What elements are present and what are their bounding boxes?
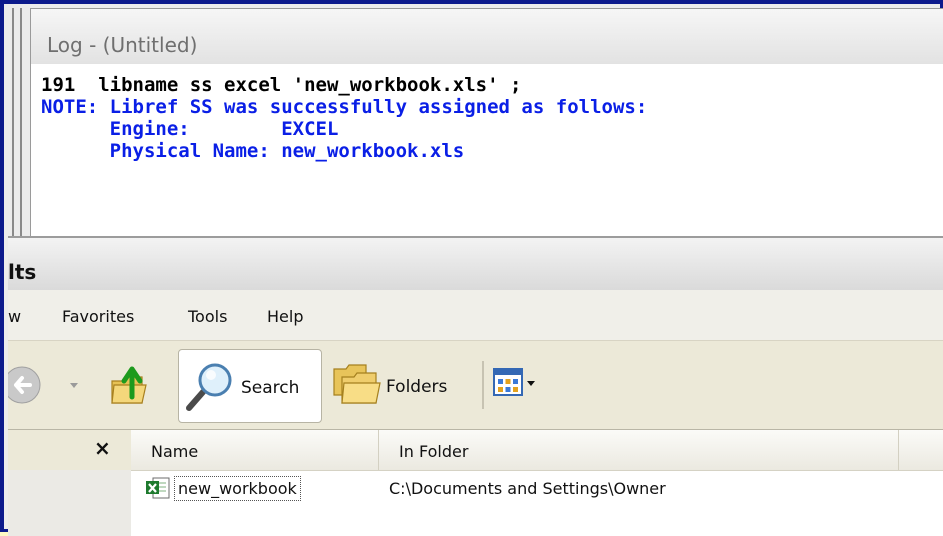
search-button[interactable]: Search <box>178 349 322 423</box>
explorer-window: lts w Favorites Tools Help Search Folder… <box>8 236 943 536</box>
log-window: Log - (Untitled) 191 libname ss excel 'n… <box>8 8 943 236</box>
log-line-physical-name: Physical Name: new_workbook.xls <box>41 140 465 162</box>
column-header-label: In Folder <box>399 442 469 461</box>
left-pane-body <box>8 470 131 536</box>
log-line-libname: 191 libname ss excel 'new_workbook.xls' … <box>41 74 522 96</box>
explorer-titlebar[interactable]: lts <box>8 236 943 292</box>
excel-file-icon <box>146 477 170 499</box>
column-header-name[interactable]: Name <box>131 430 379 470</box>
file-folder-path: C:\Documents and Settings\Owner <box>389 479 666 498</box>
left-pane: × <box>8 430 131 536</box>
folders-button-label: Folders <box>386 377 448 397</box>
log-window-left-edge <box>8 8 30 236</box>
explorer-title: lts <box>8 260 37 284</box>
log-content[interactable]: 191 libname ss excel 'new_workbook.xls' … <box>30 64 943 236</box>
log-line-engine: Engine: EXCEL <box>41 118 339 140</box>
toolbar-separator <box>482 361 484 409</box>
file-name[interactable]: new_workbook <box>174 476 301 501</box>
menu-view[interactable]: w <box>8 307 21 326</box>
back-arrow-icon[interactable] <box>8 365 48 405</box>
column-header-label: Name <box>151 442 199 461</box>
menu-bar: w Favorites Tools Help <box>8 290 943 341</box>
log-line-note: NOTE: Libref SS was successfully assigne… <box>41 96 648 118</box>
menu-tools[interactable]: Tools <box>188 307 227 326</box>
folders-icon <box>333 364 381 404</box>
search-icon <box>186 363 232 411</box>
edge-rule <box>20 8 22 236</box>
file-list: Name In Folder new_workbook C:\Documents… <box>131 430 943 536</box>
left-pane-header: × <box>8 430 131 471</box>
folders-button[interactable]: Folders <box>330 349 470 423</box>
views-icon[interactable] <box>490 363 562 403</box>
close-pane-icon[interactable]: × <box>94 436 111 460</box>
menu-favorites[interactable]: Favorites <box>62 307 134 326</box>
edge-rule <box>12 8 14 236</box>
log-title: Log - (Untitled) <box>47 33 198 57</box>
dropdown-arrow-icon[interactable] <box>70 381 78 389</box>
toolbar: Search Folders <box>8 341 943 430</box>
table-row[interactable]: new_workbook C:\Documents and Settings\O… <box>131 474 943 504</box>
screenshot-frame: Log - (Untitled) 191 libname ss excel 'n… <box>0 0 943 536</box>
up-folder-icon[interactable] <box>108 363 152 407</box>
log-titlebar[interactable]: Log - (Untitled) <box>30 8 943 65</box>
search-button-label: Search <box>241 378 300 398</box>
menu-help[interactable]: Help <box>267 307 303 326</box>
list-header: Name In Folder <box>131 430 943 471</box>
column-header-in-folder[interactable]: In Folder <box>379 430 899 470</box>
